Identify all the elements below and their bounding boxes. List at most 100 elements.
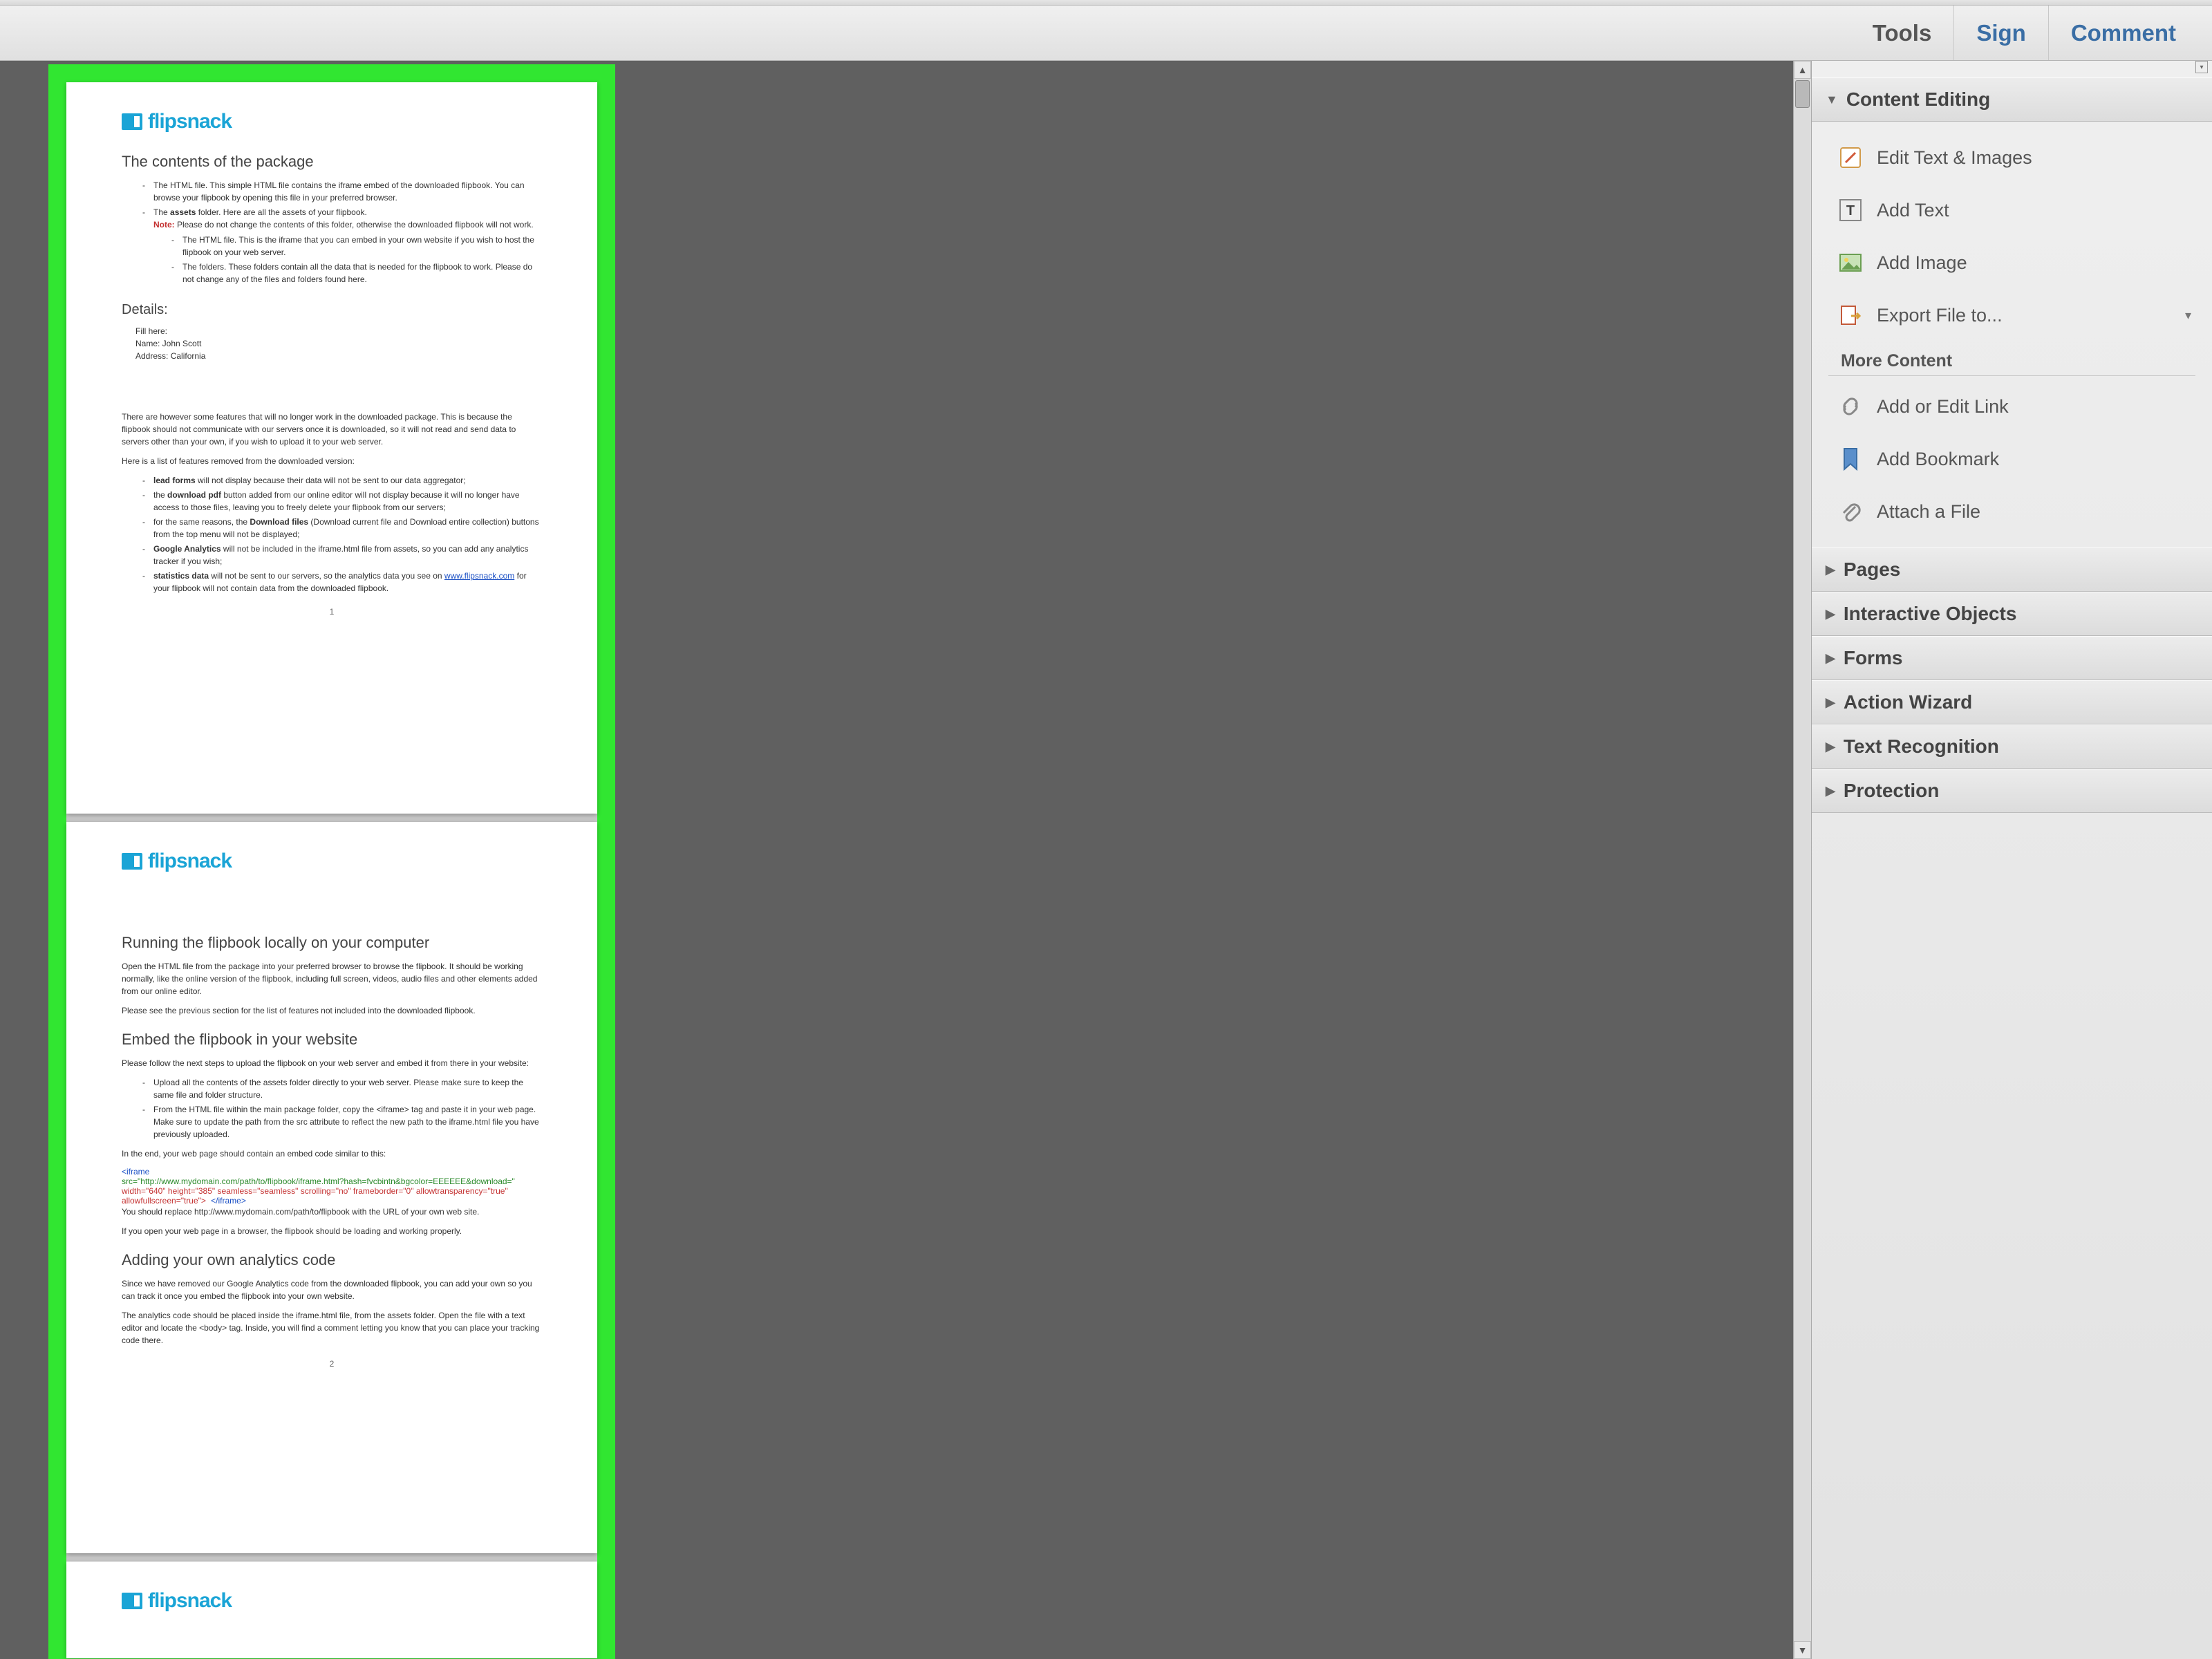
page2-p6: If you open your web page in a browser, … — [122, 1225, 542, 1237]
details-heading: Details: — [122, 302, 542, 318]
tools-pane: ▾ ▼ Content Editing Edit Text & Images T — [1811, 61, 2212, 1659]
scroll-down-button[interactable]: ▼ — [1794, 1641, 1811, 1659]
details-name: Name: John Scott — [135, 337, 542, 350]
page1-heading1: The contents of the package — [122, 153, 542, 171]
page2-p1: Open the HTML file from the package into… — [122, 960, 542, 997]
page2-p7: Since we have removed our Google Analyti… — [122, 1277, 542, 1302]
bookmark-icon — [1837, 445, 1864, 473]
scroll-up-button[interactable]: ▲ — [1794, 61, 1811, 79]
page-number-2: 2 — [122, 1359, 542, 1369]
section-forms[interactable]: ▶ Forms — [1812, 636, 2212, 680]
details-address: Address: California — [135, 350, 542, 362]
cmd-add-image[interactable]: Add Image — [1819, 236, 2205, 289]
cmd-add-bookmark[interactable]: Add Bookmark — [1819, 433, 2205, 485]
section-action-wizard[interactable]: ▶ Action Wizard — [1812, 680, 2212, 724]
scroll-thumb[interactable] — [1795, 80, 1810, 108]
embed-step-2: From the HTML file within the main packa… — [142, 1103, 542, 1141]
cmd-attach-file[interactable]: Attach a File — [1819, 485, 2205, 538]
pane-options-icon[interactable]: ▾ — [2195, 61, 2208, 73]
section-label: Pages — [1844, 559, 1901, 581]
cmd-label: Export File to... — [1877, 305, 2003, 326]
more-content-heading: More Content — [1828, 341, 2195, 376]
flipsnack-icon — [122, 853, 142, 870]
section-pages[interactable]: ▶ Pages — [1812, 547, 2212, 592]
page2-p5: You should replace http://www.mydomain.c… — [122, 1206, 542, 1218]
section-text-recognition[interactable]: ▶ Text Recognition — [1812, 724, 2212, 769]
removed-feature-4: Google Analytics will not be included in… — [142, 543, 542, 568]
sign-tab[interactable]: Sign — [1953, 6, 2048, 60]
chevron-right-icon: ▶ — [1826, 740, 1835, 754]
comment-tab[interactable]: Comment — [2048, 6, 2198, 60]
page2-heading3: Adding your own analytics code — [122, 1251, 542, 1269]
edit-text-images-icon — [1837, 144, 1864, 171]
cmd-label: Add Text — [1877, 200, 1949, 221]
page-thumbnail-highlight: flipsnack The contents of the package Th… — [48, 64, 615, 1659]
flipsnack-icon — [122, 1593, 142, 1609]
cmd-add-link[interactable]: Add or Edit Link — [1819, 380, 2205, 433]
tools-tab[interactable]: Tools — [1850, 6, 1954, 60]
page2-p8: The analytics code should be placed insi… — [122, 1309, 542, 1347]
pdf-page-3: flipsnack — [66, 1562, 597, 1658]
pkg-item-assets: The assets folder. Here are all the asse… — [142, 206, 542, 285]
pkg-item-html: The HTML file. This simple HTML file con… — [142, 179, 542, 204]
chevron-right-icon: ▶ — [1826, 563, 1835, 577]
page2-heading1: Running the flipbook locally on your com… — [122, 934, 542, 952]
chevron-right-icon: ▶ — [1826, 695, 1835, 710]
cmd-add-text[interactable]: T Add Text — [1819, 184, 2205, 236]
brand-name: flipsnack — [148, 850, 232, 873]
embed-step-1: Upload all the contents of the assets fo… — [142, 1076, 542, 1101]
pkg-item-iframe: The HTML file. This is the iframe that y… — [171, 234, 542, 259]
cmd-label: Add Image — [1877, 252, 1967, 274]
cmd-label: Add Bookmark — [1877, 449, 1999, 470]
link-icon — [1837, 393, 1864, 420]
section-label: Protection — [1844, 780, 1939, 802]
section-label: Forms — [1844, 647, 1903, 669]
page2-heading2: Embed the flipbook in your website — [122, 1031, 542, 1049]
removed-feature-1: lead forms will not display because thei… — [142, 474, 542, 487]
section-interactive-objects[interactable]: ▶ Interactive Objects — [1812, 592, 2212, 636]
top-tabs: Tools Sign Comment — [0, 6, 2212, 61]
window-titlebar — [0, 0, 2212, 6]
cmd-edit-text-images[interactable]: Edit Text & Images — [1819, 131, 2205, 184]
submenu-chevron-icon: ▾ — [2185, 308, 2191, 323]
cmd-label: Edit Text & Images — [1877, 147, 2032, 169]
removed-feature-3: for the same reasons, the Download files… — [142, 516, 542, 541]
section-label: Text Recognition — [1844, 735, 1999, 758]
brand-logo: flipsnack — [122, 110, 542, 133]
flipsnack-icon — [122, 113, 142, 130]
section-protection[interactable]: ▶ Protection — [1812, 769, 2212, 813]
removed-feature-5: statistics data will not be sent to our … — [142, 570, 542, 594]
section-label: Content Editing — [1846, 88, 1990, 111]
add-image-icon — [1837, 249, 1864, 276]
cmd-label: Attach a File — [1877, 501, 1980, 523]
page2-p4: In the end, your web page should contain… — [122, 1147, 542, 1160]
chevron-right-icon: ▶ — [1826, 607, 1835, 621]
pkg-item-folders: The folders. These folders contain all t… — [171, 261, 542, 285]
chevron-down-icon: ▼ — [1826, 93, 1838, 107]
removed-feature-2: the download pdf button added from our o… — [142, 489, 542, 514]
page2-p3: Please follow the next steps to upload t… — [122, 1057, 542, 1069]
section-label: Action Wizard — [1844, 691, 1972, 713]
chevron-right-icon: ▶ — [1826, 784, 1835, 798]
page2-p2: Please see the previous section for the … — [122, 1004, 542, 1017]
vertical-scrollbar[interactable]: ▲ ▼ — [1793, 61, 1811, 1659]
brand-logo: flipsnack — [122, 850, 542, 873]
export-file-icon — [1837, 301, 1864, 329]
svg-text:T: T — [1846, 203, 1855, 218]
brand-name: flipsnack — [148, 1589, 232, 1613]
cmd-export-file[interactable]: Export File to... ▾ — [1819, 289, 2205, 341]
document-viewer[interactable]: flipsnack The contents of the package Th… — [0, 61, 1811, 1659]
scroll-track[interactable] — [1794, 79, 1811, 1641]
section-label: Interactive Objects — [1844, 603, 2017, 625]
brand-logo: flipsnack — [122, 1589, 542, 1613]
embed-code-block: <iframe src="http://www.mydomain.com/pat… — [122, 1167, 542, 1206]
details-fill: Fill here: — [135, 325, 542, 337]
brand-name: flipsnack — [148, 110, 232, 133]
pdf-page-1: flipsnack The contents of the package Th… — [66, 82, 597, 814]
pdf-page-2: flipsnack Running the flipbook locally o… — [66, 822, 597, 1553]
add-text-icon: T — [1837, 196, 1864, 224]
chevron-right-icon: ▶ — [1826, 651, 1835, 666]
section-content-editing[interactable]: ▼ Content Editing — [1812, 77, 2212, 122]
page-number-1: 1 — [122, 607, 542, 617]
cmd-label: Add or Edit Link — [1877, 396, 2009, 418]
